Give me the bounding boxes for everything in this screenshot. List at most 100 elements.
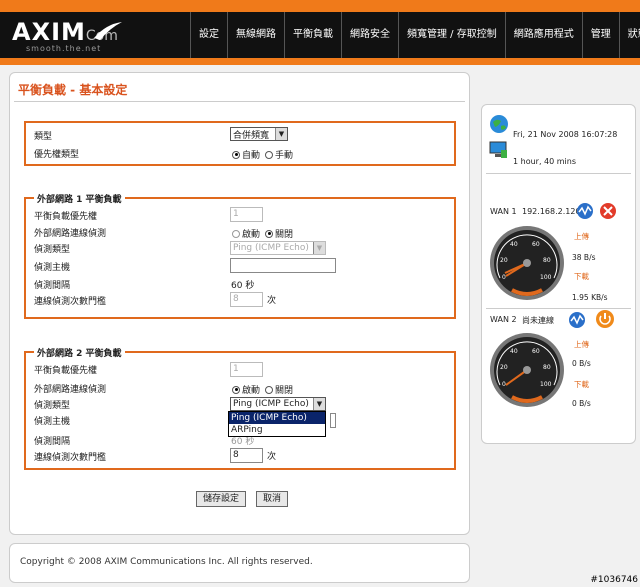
wan1-threshold-input[interactable]: 8: [230, 292, 263, 307]
priority-manual-label: 手動: [275, 151, 294, 161]
gauge-tick: 20: [500, 257, 508, 264]
main-panel: 平衡負載 - 基本設定 類型 合併頻寬 ▼ 優先權類型 自動 手動 外部網路 1…: [9, 72, 470, 535]
wan1-priority-input[interactable]: 1: [230, 207, 263, 222]
wan2-detect-off-radio[interactable]: [265, 385, 274, 394]
gauge-tick: 80: [543, 364, 551, 371]
wan1-detect-type-value: Ping (ICMP Echo): [233, 243, 309, 253]
status-uptime: 1 hour, 40 mins: [513, 157, 577, 166]
wan1-detect-type-label: 偵測類型: [34, 245, 71, 255]
wan1-host-input[interactable]: [230, 258, 336, 273]
wan2-interval-label: 偵測間隔: [34, 437, 71, 447]
detect-type-dropdown-list: Ping (ICMP Echo) ARPing: [228, 411, 326, 437]
gauge-tick: 100: [540, 381, 552, 388]
nav-load-balance[interactable]: 平衡負載: [284, 12, 341, 58]
save-button[interactable]: 儲存設定: [196, 491, 247, 507]
type-select-value: 合併頻寬: [233, 130, 270, 141]
logo-swoosh-icon: [94, 22, 122, 40]
wan2-threshold-input[interactable]: 8: [230, 448, 263, 463]
gauge-tick: 40: [510, 348, 518, 355]
wan1-connect-icon[interactable]: [576, 202, 594, 220]
footer-panel: Copyright © 2008 AXIM Communications Inc…: [9, 543, 470, 583]
type-select[interactable]: 合併頻寬 ▼: [230, 127, 288, 141]
dropdown-option-ping[interactable]: Ping (ICMP Echo): [229, 412, 325, 424]
gauge-tick: 40: [510, 241, 518, 248]
status-datetime: Fri, 21 Nov 2008 16:07:28: [513, 130, 618, 139]
wan2-detect-label: 外部網路連線偵測: [34, 385, 107, 395]
gauge-tick: 0: [502, 274, 506, 281]
wan2-threshold-label: 連線偵測次數門檻: [34, 453, 107, 463]
page-title: 平衡負載 - 基本設定: [18, 83, 128, 97]
gauge-tick: 60: [532, 241, 540, 248]
wan1-detect-label: 外部網路連線偵測: [34, 229, 107, 239]
main-nav: 設定 無線網路 平衡負載 網路安全 頻寬管理 / 存取控制 網路應用程式 管理 …: [190, 12, 640, 58]
general-settings-box: 類型 合併頻寬 ▼ 優先權類型 自動 手動: [24, 121, 456, 166]
wan1-interval-label: 偵測間隔: [34, 281, 71, 291]
priority-manual-radio[interactable]: [265, 150, 274, 159]
gauge-tick: 60: [532, 348, 540, 355]
status-panel: Fri, 21 Nov 2008 16:07:28 1 hour, 40 min…: [481, 104, 636, 444]
wan2-priority-input[interactable]: 1: [230, 362, 263, 377]
wan2-upload-value: 0 B/s: [572, 359, 591, 368]
nav-security[interactable]: 網路安全: [341, 12, 398, 58]
chevron-down-icon: ▼: [275, 128, 287, 140]
gauge-tick: 100: [540, 274, 552, 281]
wan2-detect-type-value: Ping (ICMP Echo): [233, 399, 309, 409]
wan2-priority-label: 平衡負載優先權: [34, 366, 98, 376]
wan1-detect-type-select[interactable]: Ping (ICMP Echo) ▼: [230, 241, 326, 255]
image-watermark: #1036746: [590, 575, 638, 585]
wan1-disconnect-icon[interactable]: [599, 202, 617, 220]
wan1-download-value: 1.95 KB/s: [572, 293, 608, 302]
status-divider: [486, 173, 631, 174]
wan1-host-label: 偵測主機: [34, 263, 71, 273]
nav-applications[interactable]: 網路應用程式: [504, 12, 582, 58]
wan2-host-label: 偵測主機: [34, 417, 71, 427]
wan1-upload-value: 38 B/s: [572, 253, 596, 262]
wan1-box: 外部網路 1 平衡負載 平衡負載優先權 1 外部網路連線偵測 啟動 關閉 偵測類…: [24, 192, 456, 319]
gauge-tick: 80: [543, 257, 551, 264]
wan2-connection-state: 尚未連線: [522, 316, 554, 325]
nav-settings[interactable]: 設定: [190, 12, 227, 58]
globe-icon: [490, 115, 508, 133]
priority-type-label: 優先權類型: [34, 150, 80, 160]
wan2-detect-type-label: 偵測類型: [34, 401, 71, 411]
chevron-down-icon: ▼: [313, 242, 325, 254]
wan2-detect-on-radio[interactable]: [232, 385, 240, 394]
wan1-detect-off-radio[interactable]: [265, 229, 274, 238]
wan2-download-label: 下載: [574, 380, 589, 389]
nav-bandwidth[interactable]: 頻寬管理 / 存取控制: [398, 12, 505, 58]
wan2-detect-on-label: 啟動: [242, 386, 261, 396]
wan1-speed-gauge: 0 20 40 60 80 100: [490, 226, 564, 300]
wan2-detect-off-label: 關閉: [275, 386, 294, 396]
cancel-button[interactable]: 取消: [256, 491, 289, 507]
wan2-power-icon[interactable]: [595, 309, 615, 329]
wan1-detect-on-radio[interactable]: [232, 229, 240, 238]
monitor-icon: [489, 141, 507, 158]
wan1-download-label: 下載: [574, 272, 589, 281]
top-accent-bar: [0, 0, 640, 12]
header-accent-rule: [0, 58, 640, 65]
wan1-ip: 192.168.2.120: [522, 207, 581, 216]
wan2-download-value: 0 B/s: [572, 399, 591, 408]
wan1-threshold-unit: 次: [267, 296, 277, 306]
wan2-host-input[interactable]: [330, 413, 336, 428]
wan2-threshold-unit: 次: [267, 452, 277, 462]
wan1-detect-on-label: 啟動: [242, 230, 261, 240]
wan2-connect-icon[interactable]: [568, 311, 586, 329]
dropdown-option-arping[interactable]: ARPing: [229, 424, 325, 436]
wan2-speed-gauge: 0 20 40 60 80 100: [490, 333, 564, 407]
nav-status[interactable]: 狀態: [618, 12, 640, 58]
type-label: 類型: [34, 132, 53, 142]
wan2-detect-type-select[interactable]: Ping (ICMP Echo) ▼: [230, 397, 326, 411]
wan1-priority-label: 平衡負載優先權: [34, 212, 98, 222]
nav-wireless[interactable]: 無線網路: [227, 12, 284, 58]
copyright-text: Copyright © 2008 AXIM Communications Inc…: [20, 557, 313, 567]
wan2-upload-label: 上傳: [574, 340, 589, 349]
chevron-down-icon: ▼: [313, 398, 325, 410]
wan1-legend: 外部網路 1 平衡負載: [34, 192, 125, 205]
priority-auto-radio[interactable]: [232, 150, 240, 159]
wan1-detect-off-label: 關閉: [275, 230, 294, 240]
wan1-upload-label: 上傳: [574, 232, 589, 241]
gauge-tick: 20: [500, 364, 508, 371]
nav-admin[interactable]: 管理: [581, 12, 619, 58]
wan2-status-label: WAN 2: [490, 315, 517, 324]
